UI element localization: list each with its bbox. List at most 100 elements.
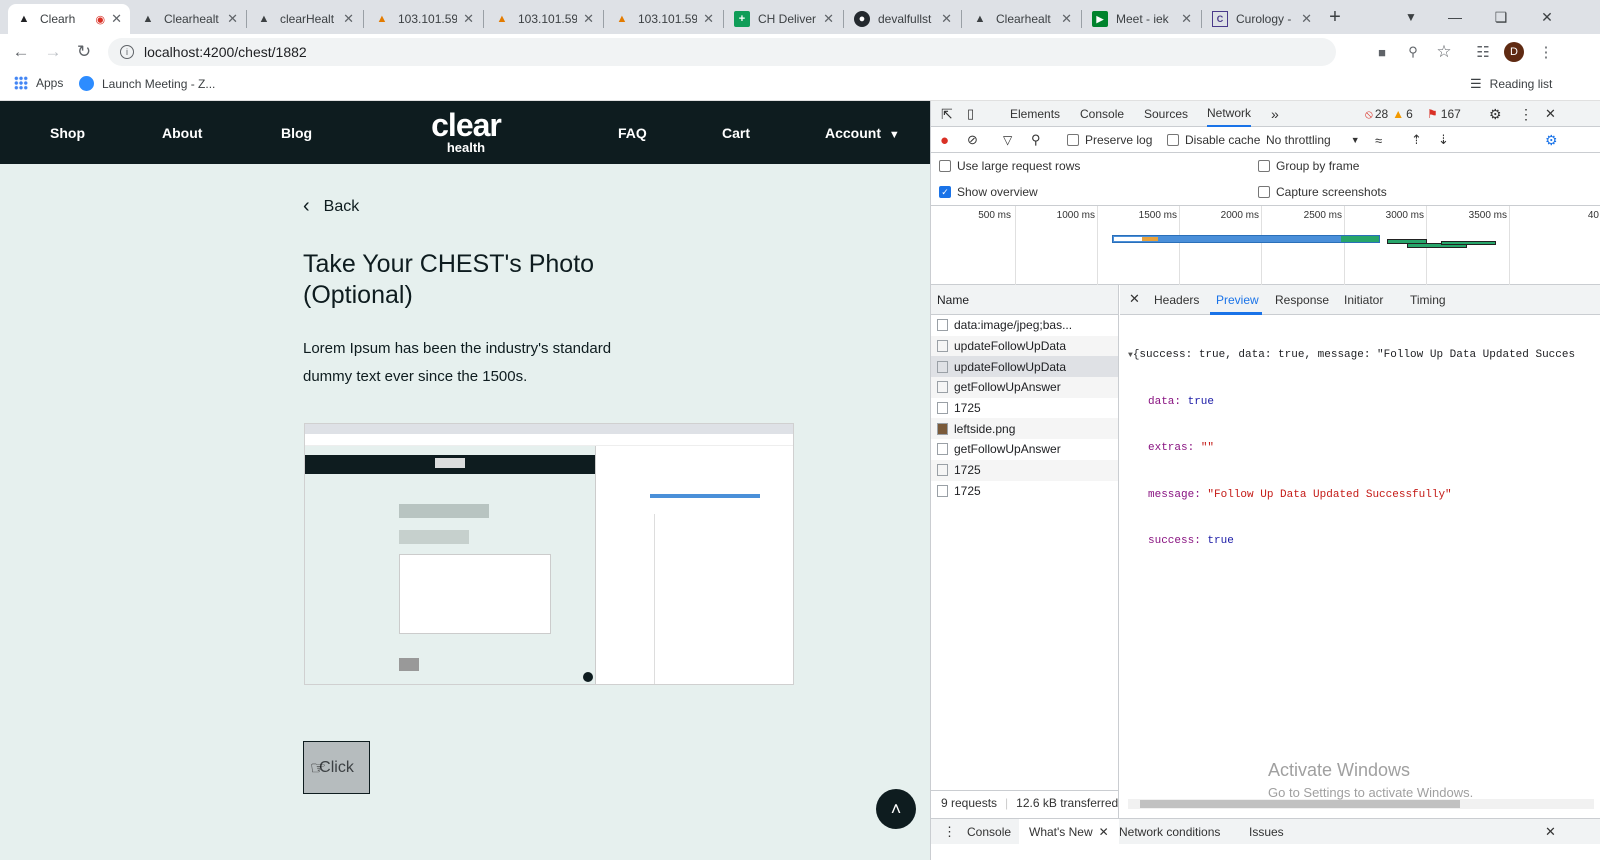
show-overview-checkbox[interactable]: ✓ Show overview bbox=[939, 179, 1038, 205]
large-rows-checkbox[interactable]: Use large request rows bbox=[939, 153, 1080, 179]
tab-search-icon[interactable]: ▼ bbox=[1388, 0, 1434, 34]
key-icon[interactable]: ⚲ bbox=[1403, 42, 1423, 62]
profile-avatar[interactable]: D bbox=[1504, 42, 1524, 62]
close-tab-icon[interactable]: ✕ bbox=[823, 11, 834, 27]
error-counter[interactable]: ⦸ 28 ▲ 6 bbox=[1365, 101, 1413, 127]
request-row[interactable]: data:image/jpeg;bas... bbox=[931, 315, 1118, 336]
disable-cache-checkbox[interactable]: Disable cache bbox=[1167, 127, 1260, 153]
close-tab-icon[interactable]: ✕ bbox=[111, 11, 122, 27]
clear-icon[interactable]: ⊘ bbox=[967, 127, 978, 153]
issues-counter[interactable]: ⚑ 167 bbox=[1427, 101, 1461, 127]
close-tab-icon[interactable]: ✕ bbox=[1099, 825, 1109, 839]
browser-tab[interactable]: ▲ Clearhealt ✕ bbox=[132, 4, 246, 34]
drawer-tab-issues[interactable]: Issues bbox=[1249, 819, 1284, 845]
extensions-icon[interactable]: ☷ bbox=[1473, 42, 1493, 62]
close-tab-icon[interactable]: ✕ bbox=[227, 11, 238, 27]
group-by-frame-checkbox[interactable]: Group by frame bbox=[1258, 153, 1359, 179]
scroll-to-top-button[interactable]: ˄ bbox=[876, 789, 916, 829]
close-tab-icon[interactable]: ✕ bbox=[463, 11, 474, 27]
close-tab-icon[interactable]: ✕ bbox=[941, 11, 952, 27]
tab-elements[interactable]: Elements bbox=[1010, 101, 1060, 127]
close-detail-icon[interactable]: ✕ bbox=[1129, 291, 1140, 307]
nav-shop[interactable]: Shop bbox=[50, 125, 85, 141]
close-devtools-icon[interactable]: ✕ bbox=[1545, 101, 1556, 127]
browser-tab[interactable]: ● devalfullst ✕ bbox=[846, 4, 960, 34]
record-icon[interactable]: ● bbox=[940, 127, 949, 153]
network-conditions-icon[interactable]: ≈ bbox=[1375, 127, 1382, 153]
import-har-icon[interactable]: ⇡ bbox=[1411, 127, 1422, 153]
browser-tab[interactable]: ▲ 103.101.59 ✕ bbox=[486, 4, 602, 34]
close-tab-icon[interactable]: ✕ bbox=[703, 11, 714, 27]
preserve-log-checkbox[interactable]: Preserve log bbox=[1067, 127, 1152, 153]
info-icon[interactable]: i bbox=[120, 45, 134, 59]
horizontal-scrollbar[interactable] bbox=[1128, 799, 1594, 809]
request-row[interactable]: getFollowUpAnswer bbox=[931, 377, 1118, 398]
browser-tab[interactable]: ▲ 103.101.59 ✕ bbox=[366, 4, 482, 34]
site-logo[interactable]: clear health bbox=[421, 109, 511, 155]
close-window-icon[interactable]: ✕ bbox=[1524, 0, 1570, 34]
request-row[interactable]: leftside.png bbox=[931, 418, 1118, 440]
filter-icon[interactable]: ▽ bbox=[1003, 127, 1012, 153]
minimize-icon[interactable]: — bbox=[1432, 0, 1478, 34]
request-row-selected[interactable]: updateFollowUpData bbox=[931, 356, 1118, 378]
restore-icon[interactable]: ❏ bbox=[1478, 0, 1524, 34]
nav-blog[interactable]: Blog bbox=[281, 125, 312, 141]
drawer-tab-whats-new[interactable]: What's New ✕ bbox=[1019, 819, 1119, 845]
tab-timing[interactable]: Timing bbox=[1410, 293, 1446, 307]
tab-sources[interactable]: Sources bbox=[1144, 101, 1188, 127]
more-tabs-icon[interactable]: » bbox=[1271, 101, 1279, 127]
inspect-element-icon[interactable]: ⇱ bbox=[941, 101, 953, 127]
search-icon[interactable]: ⚲ bbox=[1031, 127, 1041, 153]
tab-console[interactable]: Console bbox=[1080, 101, 1124, 127]
drawer-tab-console[interactable]: Console bbox=[967, 819, 1011, 845]
tab-headers[interactable]: Headers bbox=[1154, 293, 1199, 307]
drawer-menu-icon[interactable]: ⋮ bbox=[943, 819, 956, 845]
nav-about[interactable]: About bbox=[162, 125, 202, 141]
reading-list-button[interactable]: ☰ Reading list bbox=[1470, 76, 1552, 92]
network-overview[interactable]: 500 ms 1000 ms 1500 ms 2000 ms 2500 ms 3… bbox=[931, 205, 1600, 286]
browser-tab[interactable]: C Curology - ✕ bbox=[1204, 4, 1320, 34]
close-drawer-icon[interactable]: ✕ bbox=[1545, 819, 1556, 845]
close-tab-icon[interactable]: ✕ bbox=[1061, 11, 1072, 27]
export-har-icon[interactable]: ⇣ bbox=[1438, 127, 1449, 153]
nav-cart[interactable]: Cart bbox=[722, 125, 750, 141]
close-tab-icon[interactable]: ✕ bbox=[1301, 11, 1312, 27]
browser-tab[interactable]: ▲ clearHealt ✕ bbox=[248, 4, 362, 34]
nav-faq[interactable]: FAQ bbox=[618, 125, 647, 141]
browser-tab[interactable]: + CH Deliver ✕ bbox=[726, 4, 842, 34]
close-tab-icon[interactable]: ✕ bbox=[1181, 11, 1192, 27]
json-preview[interactable]: ▼{success: true, data: true, message: "F… bbox=[1128, 317, 1600, 581]
apps-bookmark[interactable]: Apps bbox=[14, 76, 63, 90]
star-icon[interactable]: ☆ bbox=[1434, 42, 1454, 62]
nav-account[interactable]: Account ▼ bbox=[825, 125, 900, 141]
camera-blocked-icon[interactable]: ■ bbox=[1372, 42, 1392, 62]
drawer-tab-network-conditions[interactable]: Network conditions bbox=[1119, 819, 1220, 845]
tab-response[interactable]: Response bbox=[1275, 293, 1329, 307]
request-row[interactable]: getFollowUpAnswer bbox=[931, 439, 1118, 460]
browser-tab[interactable]: ▲ Clearh ◉ ✕ bbox=[8, 4, 130, 34]
close-tab-icon[interactable]: ✕ bbox=[583, 11, 594, 27]
address-bar[interactable]: i localhost:4200/chest/1882 bbox=[108, 38, 1336, 66]
tab-preview[interactable]: Preview bbox=[1216, 293, 1259, 307]
close-tab-icon[interactable]: ✕ bbox=[343, 11, 354, 27]
back-link[interactable]: ‹ Back bbox=[303, 195, 359, 218]
devtools-menu-icon[interactable]: ⋮ bbox=[1519, 101, 1533, 127]
device-toolbar-icon[interactable]: ▯ bbox=[967, 101, 974, 127]
tab-network[interactable]: Network bbox=[1207, 101, 1252, 127]
tab-initiator[interactable]: Initiator bbox=[1344, 293, 1383, 307]
browser-tab[interactable]: ▶ Meet - iek ✕ bbox=[1084, 4, 1200, 34]
new-tab-icon[interactable]: + bbox=[1312, 0, 1358, 34]
name-column-header[interactable]: Name bbox=[931, 285, 1118, 315]
forward-arrow-icon[interactable]: → bbox=[41, 40, 65, 64]
network-settings-icon[interactable]: ⚙ bbox=[1545, 127, 1558, 153]
launch-meeting-bookmark[interactable]: Launch Meeting - Z... bbox=[79, 76, 215, 91]
capture-screenshots-checkbox[interactable]: Capture screenshots bbox=[1258, 179, 1387, 205]
request-row[interactable]: 1725 bbox=[931, 459, 1118, 481]
settings-gear-icon[interactable]: ⚙ bbox=[1489, 101, 1502, 127]
throttling-select[interactable]: No throttling ▼ bbox=[1266, 127, 1360, 153]
request-row[interactable]: 1725 bbox=[931, 481, 1118, 502]
reload-icon[interactable]: ↻ bbox=[72, 40, 96, 64]
browser-tab[interactable]: ▲ 103.101.59 ✕ bbox=[606, 4, 722, 34]
more-menu-icon[interactable]: ⋮ bbox=[1536, 42, 1556, 62]
back-arrow-icon[interactable]: ← bbox=[9, 40, 33, 64]
